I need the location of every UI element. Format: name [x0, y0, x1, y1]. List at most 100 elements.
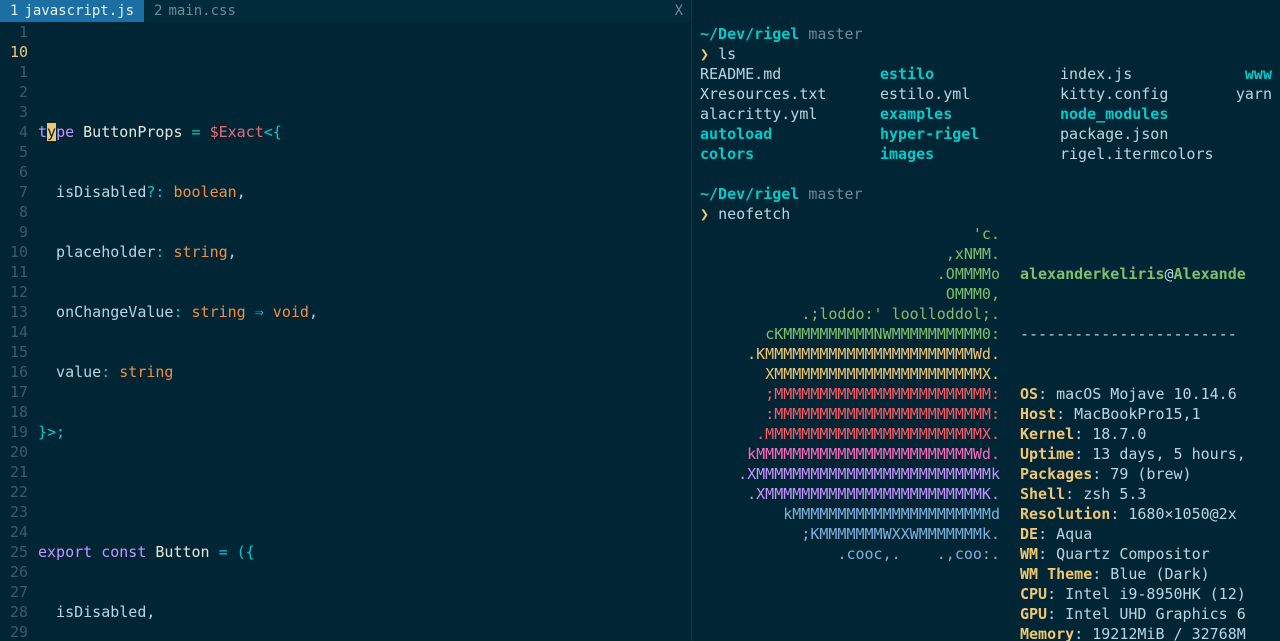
command-line: ❯ ls	[700, 44, 1272, 64]
ls-entry: images	[880, 144, 1060, 164]
line-number: 1	[0, 62, 28, 82]
line-number: 23	[0, 502, 28, 522]
line-number: 13	[0, 302, 28, 322]
neofetch-logo: 'c.,xNMM..OMMMMoOMMM0,.;loddo:' loollodd…	[700, 224, 1000, 641]
tab-number: 2	[154, 1, 162, 21]
line-number: 22	[0, 482, 28, 502]
neofetch-info-row: Host: MacBookPro15,1	[1020, 404, 1272, 424]
logo-line: .;loddo:' loolloddol;.	[700, 304, 1000, 324]
command-line: ❯ neofetch	[700, 204, 1272, 224]
line-number: 9	[0, 222, 28, 242]
line-number: 15	[0, 342, 28, 362]
line-number: 6	[0, 162, 28, 182]
line-number: 19	[0, 422, 28, 442]
neofetch-info-row: OS: macOS Mojave 10.14.6	[1020, 384, 1272, 404]
line-number: 21	[0, 462, 28, 482]
logo-line: .XMMMMMMMMMMMMMMMMMMMMMMMMMMk	[700, 464, 1000, 484]
code-lines[interactable]: type ButtonProps = $Exact<{ isDisabled?:…	[38, 22, 691, 641]
line-number: 12	[0, 282, 28, 302]
ls-entry: Xresources.txt	[700, 84, 880, 104]
terminal-pane[interactable]: ~/Dev/rigel master ❯ ls README.mdestiloi…	[692, 0, 1280, 641]
ls-entry: autoload	[700, 124, 880, 144]
logo-line: XMMMMMMMMMMMMMMMMMMMMMMMX.	[700, 364, 1000, 384]
code-line: isDisabled?: boolean,	[38, 182, 691, 202]
line-number: 2	[0, 82, 28, 102]
text-cursor: y	[47, 123, 56, 141]
line-number: 29	[0, 622, 28, 641]
tab-close-icon[interactable]: X	[675, 1, 683, 21]
line-number: 28	[0, 602, 28, 622]
line-number: 17	[0, 382, 28, 402]
ls-entry: node_modules	[1060, 104, 1272, 124]
ls-entry: package.json	[1060, 124, 1272, 144]
code-area[interactable]: 1101234567891011121314151617181920212223…	[0, 22, 691, 641]
ls-output: README.mdestiloindex.jsXresources.txtest…	[700, 64, 1272, 164]
terminal-line	[700, 4, 1272, 24]
ls-entry: estilo.yml	[880, 84, 1060, 104]
code-line: placeholder: string,	[38, 242, 691, 262]
logo-line: ;KMMMMMMMWXXWMMMMMMMk.	[700, 524, 1000, 544]
code-line	[38, 482, 691, 502]
logo-line: ,xNMM.	[700, 244, 1000, 264]
logo-line: .MMMMMMMMMMMMMMMMMMMMMMMMX.	[700, 424, 1000, 444]
editor-pane: 1 javascript.js 2 main.css X 11012345678…	[0, 0, 692, 641]
neofetch-info-row: Resolution: 1680×1050@2x	[1020, 504, 1272, 524]
neofetch-info-row: Kernel: 18.7.0	[1020, 424, 1272, 444]
logo-line: .KMMMMMMMMMMMMMMMMMMMMMMMWd.	[700, 344, 1000, 364]
line-number: 1	[0, 22, 28, 42]
line-number: 25	[0, 542, 28, 562]
line-number: 27	[0, 582, 28, 602]
neofetch-output: 'c.,xNMM..OMMMMoOMMM0,.;loddo:' loollodd…	[700, 224, 1272, 641]
logo-line: :MMMMMMMMMMMMMMMMMMMMMMMM:	[700, 404, 1000, 424]
line-number: 10	[0, 42, 28, 62]
logo-line: kMMMMMMMMMMMMMMMMMMMMMMMMWd.	[700, 444, 1000, 464]
line-number-gutter: 1101234567891011121314151617181920212223…	[0, 22, 38, 641]
prompt-line: ~/Dev/rigel master	[700, 184, 1272, 204]
logo-line: OMMM0,	[700, 284, 1000, 304]
code-line: onChangeValue: string ⇒ void,	[38, 302, 691, 322]
neofetch-info-row: WM: Quartz Compositor	[1020, 544, 1272, 564]
line-number: 11	[0, 262, 28, 282]
logo-line: .OMMMMo	[700, 264, 1000, 284]
line-number: 16	[0, 362, 28, 382]
code-line: value: string	[38, 362, 691, 382]
line-number: 4	[0, 122, 28, 142]
neofetch-info-row: Memory: 19212MiB / 32768M	[1020, 624, 1272, 641]
tab-maincss[interactable]: 2 main.css	[144, 0, 246, 22]
neofetch-info-row: Packages: 79 (brew)	[1020, 464, 1272, 484]
tab-label: main.css	[168, 1, 235, 21]
neofetch-info: alexanderkeliris@Alexande --------------…	[1020, 224, 1272, 641]
ls-entry: hyper-rigel	[880, 124, 1060, 144]
code-line: isDisabled,	[38, 602, 691, 622]
logo-line: .cooc,. .,coo:.	[700, 544, 1000, 564]
tab-javascript[interactable]: 1 javascript.js	[0, 0, 144, 22]
prompt-line: ~/Dev/rigel master	[700, 24, 1272, 44]
line-number: 10	[0, 242, 28, 262]
logo-line: kMMMMMMMMMMMMMMMMMMMMMMd	[700, 504, 1000, 524]
neofetch-info-row: DE: Aqua	[1020, 524, 1272, 544]
line-number: 20	[0, 442, 28, 462]
ls-entry: rigel.itermcolors	[1060, 144, 1272, 164]
code-line: export const Button = ({	[38, 542, 691, 562]
line-number: 14	[0, 322, 28, 342]
ls-entry: alacritty.yml	[700, 104, 880, 124]
ls-entry: README.md	[700, 64, 880, 84]
tab-number: 1	[10, 1, 18, 21]
logo-line: 'c.	[700, 224, 1000, 244]
ls-entry: colors	[700, 144, 880, 164]
ls-entry: examples	[880, 104, 1060, 124]
ls-entry: estilo	[880, 64, 1060, 84]
code-line	[38, 62, 691, 82]
line-number: 26	[0, 562, 28, 582]
line-number: 5	[0, 142, 28, 162]
code-line: type ButtonProps = $Exact<{	[38, 122, 691, 142]
logo-line: .XMMMMMMMMMMMMMMMMMMMMMMMMK.	[700, 484, 1000, 504]
tab-label: javascript.js	[24, 1, 134, 21]
line-number: 3	[0, 102, 28, 122]
neofetch-info-row: Uptime: 13 days, 5 hours,	[1020, 444, 1272, 464]
tab-bar: 1 javascript.js 2 main.css X	[0, 0, 691, 22]
neofetch-info-row: WM Theme: Blue (Dark)	[1020, 564, 1272, 584]
neofetch-info-row: CPU: Intel i9-8950HK (12)	[1020, 584, 1272, 604]
ls-extra-col: www yarn	[1236, 64, 1272, 104]
code-line: }>;	[38, 422, 691, 442]
